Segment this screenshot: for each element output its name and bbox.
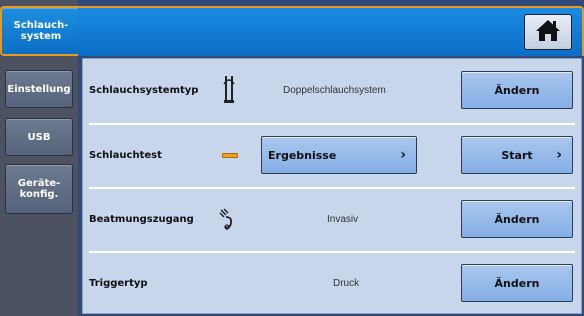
tab-usb[interactable]: USB bbox=[5, 118, 73, 156]
dual-tube-icon bbox=[221, 73, 237, 105]
tab-label: USB bbox=[27, 131, 51, 143]
row-label: Schlauchtest bbox=[89, 150, 162, 161]
tab-einstellung[interactable]: Einstellung bbox=[5, 70, 73, 108]
sidebar: Schlauch- system Einstellung USB Geräte-… bbox=[0, 0, 80, 316]
results-button[interactable]: Ergebnisse › bbox=[261, 136, 417, 174]
row-schlauchtest: Schlauchtest Ergebnisse › Start › bbox=[83, 124, 581, 187]
row-beatmungszugang: Beatmungszugang Invasiv Ändern bbox=[83, 188, 581, 251]
button-label: Ändern bbox=[494, 276, 540, 290]
header-bar bbox=[78, 6, 584, 56]
ventilation-access-value: Invasiv bbox=[327, 214, 359, 225]
start-test-button[interactable]: Start › bbox=[461, 136, 573, 174]
row-triggertyp: Triggertyp Druck Ändern bbox=[83, 252, 581, 315]
button-label: Start bbox=[501, 148, 533, 162]
change-access-button[interactable]: Ändern bbox=[461, 200, 573, 238]
app-frame: Schlauch- system Einstellung USB Geräte-… bbox=[0, 0, 584, 316]
home-button[interactable] bbox=[524, 14, 572, 50]
button-label: Ändern bbox=[494, 212, 540, 226]
trigger-type-value: Druck bbox=[333, 278, 360, 289]
tab-label: Einstellung bbox=[7, 83, 71, 95]
patient-interface-icon bbox=[217, 206, 239, 232]
row-label: Triggertyp bbox=[89, 278, 148, 289]
tab-label: Schlauch- system bbox=[13, 20, 69, 42]
home-icon bbox=[535, 18, 561, 46]
change-tube-system-button[interactable]: Ändern bbox=[461, 71, 573, 109]
change-trigger-button[interactable]: Ändern bbox=[461, 264, 573, 302]
row-label: Beatmungszugang bbox=[89, 214, 194, 225]
tab-label: Geräte- konfig. bbox=[17, 178, 61, 200]
tab-schlauchsystem[interactable]: Schlauch- system bbox=[0, 6, 80, 56]
chevron-right-icon: › bbox=[556, 147, 562, 163]
tab-geraetekonfig[interactable]: Geräte- konfig. bbox=[5, 164, 73, 214]
tube-system-value: Doppelschlauchsystem bbox=[283, 85, 386, 96]
settings-panel: Schlauchsystemtyp Doppelschlauchsystem Ä… bbox=[82, 58, 582, 314]
button-label: Ändern bbox=[494, 83, 540, 97]
button-label: Ergebnisse bbox=[268, 148, 337, 162]
row-label: Schlauchsystemtyp bbox=[89, 85, 199, 96]
status-bar-icon bbox=[221, 151, 239, 159]
chevron-right-icon: › bbox=[400, 147, 406, 163]
row-schlauchsystemtyp: Schlauchsystemtyp Doppelschlauchsystem Ä… bbox=[83, 59, 581, 122]
